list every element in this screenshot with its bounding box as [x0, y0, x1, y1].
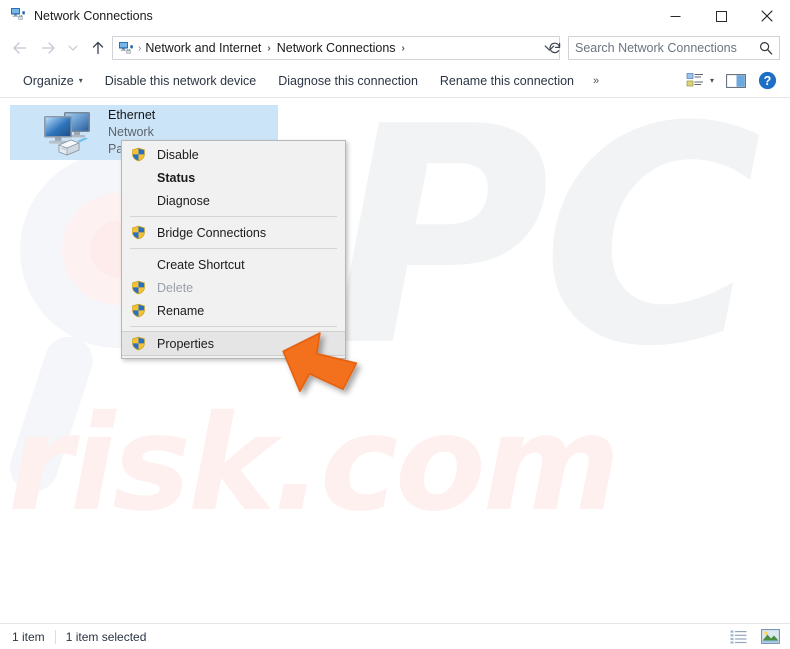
details-view-icon[interactable] [728, 628, 748, 646]
uac-shield-icon [128, 225, 148, 240]
context-menu-separator [130, 216, 337, 217]
uac-shield-icon [128, 280, 148, 295]
status-bar: 1 item 1 item selected [0, 623, 790, 649]
file-list: Ethernet Network Pa [0, 98, 790, 623]
context-menu-item-properties[interactable]: Properties [122, 331, 345, 356]
context-menu-label: Properties [157, 336, 214, 351]
breadcrumb-root-separator: › [138, 42, 142, 54]
context-menu-label: Disable [157, 147, 199, 162]
search-box[interactable]: Search Network Connections [568, 36, 780, 60]
window-title: Network Connections [34, 9, 153, 23]
search-input[interactable]: Search Network Connections [575, 41, 737, 55]
command-bar-items: Organize ▾ Disable this network device D… [12, 64, 606, 97]
breadcrumb-separator-1[interactable]: › [402, 43, 405, 54]
command-bar: Organize ▾ Disable this network device D… [0, 64, 790, 98]
context-menu-separator [130, 326, 337, 327]
help-icon[interactable]: ? [753, 66, 782, 96]
title-bar-left: Network Connections [10, 0, 153, 32]
status-divider [54, 629, 56, 644]
organize-label: Organize [23, 73, 74, 88]
search-icon[interactable] [759, 41, 773, 55]
rename-connection-label: Rename this connection [439, 73, 575, 88]
ethernet-adapter-icon [38, 108, 102, 158]
breadcrumb-item-1[interactable]: Network Connections [277, 41, 396, 55]
file-explorer-window: PC risk.com Network Connections › Networ… [0, 0, 790, 649]
window-controls [652, 0, 790, 32]
context-menu-item-status[interactable]: Status [122, 166, 345, 189]
uac-shield-icon [128, 336, 148, 351]
context-menu-label: Bridge Connections [157, 225, 267, 240]
context-menu-item-bridge-connections[interactable]: Bridge Connections [122, 221, 345, 244]
status-view-buttons [728, 628, 780, 646]
list-item-name: Ethernet [108, 108, 156, 123]
network-connections-icon [10, 6, 26, 27]
minimize-button[interactable] [652, 0, 698, 32]
context-menu-label: Delete [157, 280, 194, 295]
address-bar-row: › Network and Internet › Network Connect… [0, 32, 790, 64]
change-view-icon[interactable]: ▾ [681, 66, 719, 96]
context-menu-label: Status [157, 170, 196, 185]
uac-shield-icon [128, 147, 148, 162]
navigation-buttons [6, 32, 112, 64]
chevron-down-icon: ▾ [78, 76, 83, 85]
breadcrumb[interactable]: › Network and Internet › Network Connect… [112, 36, 560, 60]
context-menu-item-delete: Delete [122, 276, 345, 299]
status-selection: 1 item selected [65, 629, 147, 644]
diagnose-connection-label: Diagnose this connection [278, 73, 418, 88]
back-button[interactable] [6, 34, 34, 62]
context-menu-label: Rename [157, 303, 205, 318]
context-menu-item-disable[interactable]: Disable [122, 143, 345, 166]
refresh-button[interactable] [544, 36, 566, 60]
context-menu: Disable Status Diagnose Bridge Connectio… [121, 140, 346, 359]
organize-button[interactable]: Organize ▾ [12, 64, 94, 97]
breadcrumb-network-icon [118, 40, 134, 56]
context-menu-item-create-shortcut[interactable]: Create Shortcut [122, 253, 345, 276]
rename-connection-button[interactable]: Rename this connection [429, 64, 585, 97]
diagnose-connection-button[interactable]: Diagnose this connection [267, 64, 429, 97]
svg-text:?: ? [764, 74, 772, 88]
command-bar-right: ▾ ? [681, 64, 782, 97]
context-menu-separator [130, 248, 337, 249]
breadcrumb-item-0[interactable]: Network and Internet [145, 41, 261, 55]
preview-pane-icon[interactable] [721, 66, 751, 96]
uac-shield-icon [128, 303, 148, 318]
context-menu-item-rename[interactable]: Rename [122, 299, 345, 322]
recent-locations-button[interactable] [62, 34, 84, 62]
up-button[interactable] [84, 34, 112, 62]
close-button[interactable] [744, 0, 790, 32]
chevron-down-icon: ▾ [709, 76, 714, 85]
title-bar: Network Connections [0, 0, 790, 32]
large-icons-view-icon[interactable] [760, 628, 780, 646]
overflow-button[interactable]: » [585, 75, 606, 87]
forward-button[interactable] [34, 34, 62, 62]
context-menu-item-diagnose[interactable]: Diagnose [122, 189, 345, 212]
status-item-count: 1 item [12, 629, 45, 644]
disable-device-button[interactable]: Disable this network device [94, 64, 267, 97]
breadcrumb-separator-0[interactable]: › [267, 43, 270, 54]
context-menu-label: Create Shortcut [157, 257, 245, 272]
list-item-subtitle: Network [108, 125, 154, 140]
context-menu-label: Diagnose [157, 193, 210, 208]
maximize-button[interactable] [698, 0, 744, 32]
disable-device-label: Disable this network device [104, 73, 257, 88]
